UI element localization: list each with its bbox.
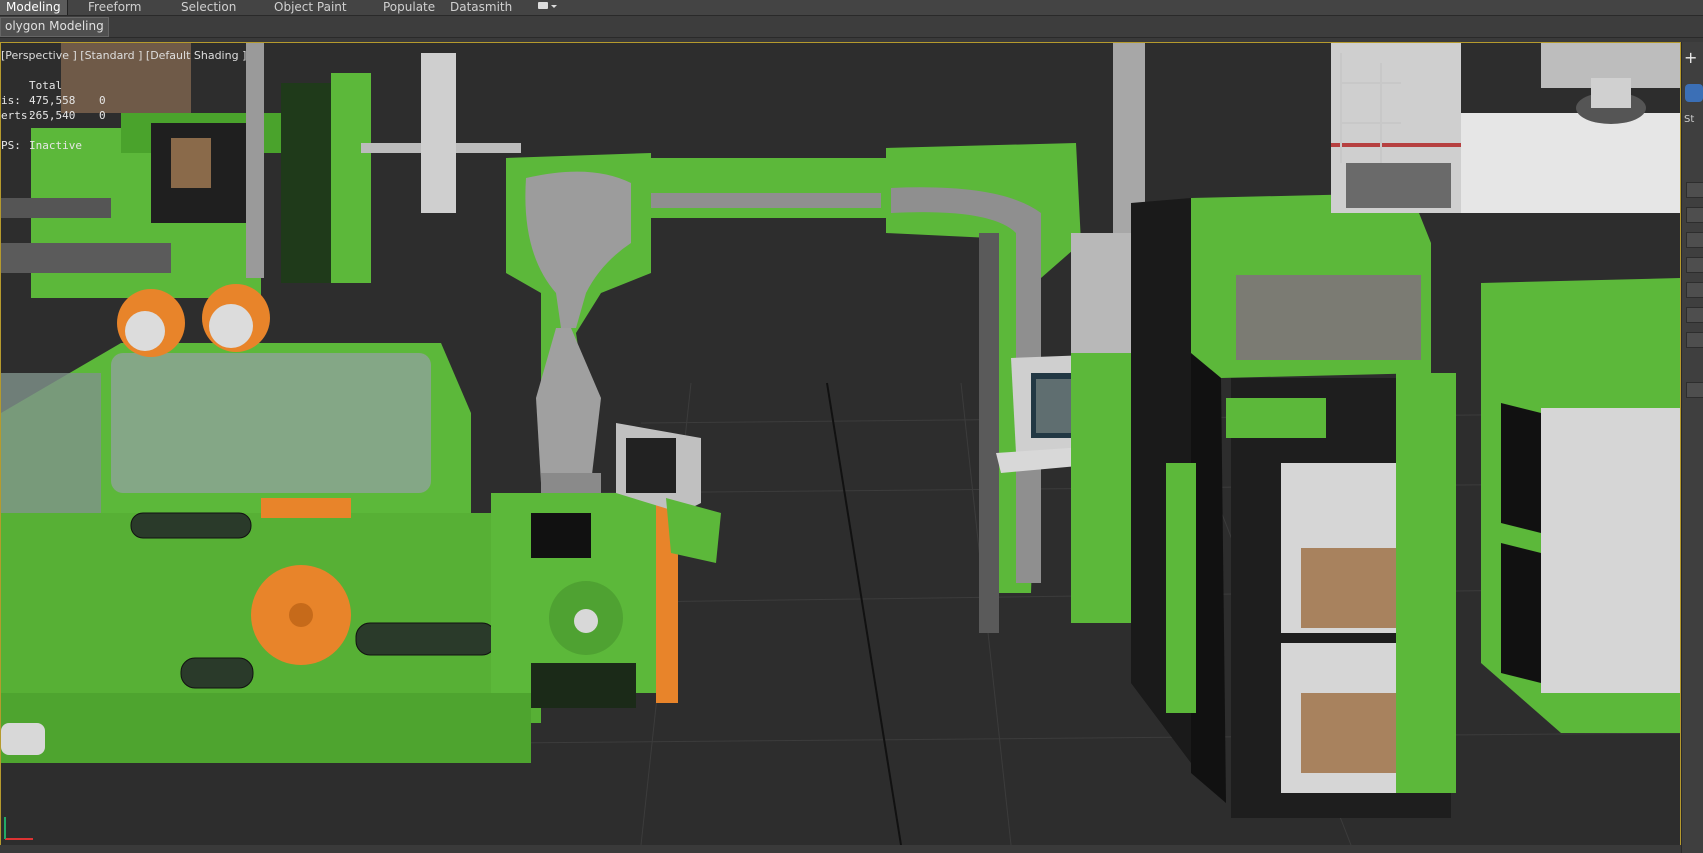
perspective-viewport[interactable]: [Perspective ] [Standard ] [Default Shad… bbox=[0, 42, 1681, 846]
tab-modeling[interactable]: Modeling bbox=[0, 0, 68, 15]
tab-datasmith[interactable]: Datasmith bbox=[444, 0, 518, 15]
stats-fps-value: Inactive bbox=[29, 139, 82, 152]
stats-polys-selected: 0 bbox=[99, 94, 106, 107]
tab-populate[interactable]: Populate bbox=[377, 0, 441, 15]
panel-button-3[interactable] bbox=[1686, 232, 1703, 248]
panel-button-1[interactable] bbox=[1686, 182, 1703, 198]
axis-tripod-icon bbox=[4, 817, 33, 840]
ribbon-panel-bar: olygon Modeling bbox=[0, 16, 1703, 38]
tab-object-paint[interactable]: Object Paint bbox=[268, 0, 353, 15]
stats-polys-label: is: bbox=[1, 94, 21, 107]
stats-verts-selected: 0 bbox=[99, 109, 106, 122]
command-panel: + St bbox=[1681, 42, 1703, 853]
panel-button-2[interactable] bbox=[1686, 207, 1703, 223]
stats-header: Total bbox=[29, 79, 63, 92]
create-plus-icon[interactable]: + bbox=[1684, 50, 1697, 66]
viewport-label-menu[interactable]: [Perspective ] [Standard ] [Default Shad… bbox=[1, 49, 246, 62]
panel-button-7[interactable] bbox=[1686, 332, 1703, 348]
stats-verts-total: 265,540 bbox=[29, 109, 76, 122]
polygon-modeling-panel[interactable]: olygon Modeling bbox=[0, 17, 109, 37]
panel-button-8[interactable] bbox=[1686, 382, 1703, 398]
view-gizmo-icon[interactable] bbox=[1685, 84, 1703, 102]
panel-label: St bbox=[1684, 114, 1695, 125]
tab-freeform[interactable]: Freeform bbox=[82, 0, 147, 15]
panel-button-4[interactable] bbox=[1686, 257, 1703, 273]
ribbon-options-dropdown[interactable] bbox=[530, 0, 566, 15]
panel-button-6[interactable] bbox=[1686, 307, 1703, 323]
viewport-bottom-strip bbox=[0, 845, 1681, 853]
dropdown-icon bbox=[538, 2, 557, 9]
stats-polys-total: 475,558 bbox=[29, 94, 76, 107]
ribbon-tab-bar: Modeling Freeform Selection Object Paint… bbox=[0, 0, 1703, 16]
tab-selection[interactable]: Selection bbox=[175, 0, 242, 15]
stats-fps-label: PS: bbox=[1, 139, 21, 152]
panel-button-5[interactable] bbox=[1686, 282, 1703, 298]
